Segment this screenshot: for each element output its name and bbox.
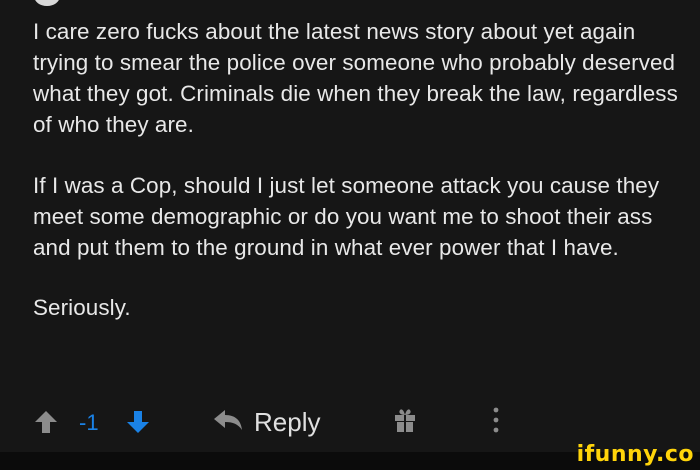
comment-body: I care zero fucks about the latest news … bbox=[33, 16, 688, 323]
more-vertical-icon bbox=[490, 404, 502, 441]
comment-paragraph-1: I care zero fucks about the latest news … bbox=[33, 19, 678, 137]
more-options-button[interactable] bbox=[490, 404, 502, 441]
comment-card: I care zero fucks about the latest news … bbox=[0, 0, 700, 452]
gift-button[interactable] bbox=[392, 406, 418, 439]
downvote-button[interactable] bbox=[124, 408, 152, 441]
reply-label: Reply bbox=[254, 407, 321, 437]
reply-button[interactable]: Reply bbox=[212, 406, 320, 439]
ifunny-watermark: ifunny.co bbox=[576, 442, 694, 467]
vote-score: -1 bbox=[79, 410, 99, 435]
comment-action-bar: -1 Reply bbox=[0, 400, 700, 444]
reply-arrow-icon bbox=[212, 406, 244, 439]
upvote-button[interactable] bbox=[32, 408, 60, 441]
comment-paragraph-2: If I was a Cop, should I just let someon… bbox=[33, 173, 660, 260]
gift-icon bbox=[392, 406, 418, 439]
arrow-up-icon bbox=[32, 408, 60, 441]
comment-paragraph-3: Seriously. bbox=[33, 295, 131, 320]
arrow-down-icon bbox=[124, 408, 152, 441]
avatar[interactable] bbox=[34, 0, 60, 6]
